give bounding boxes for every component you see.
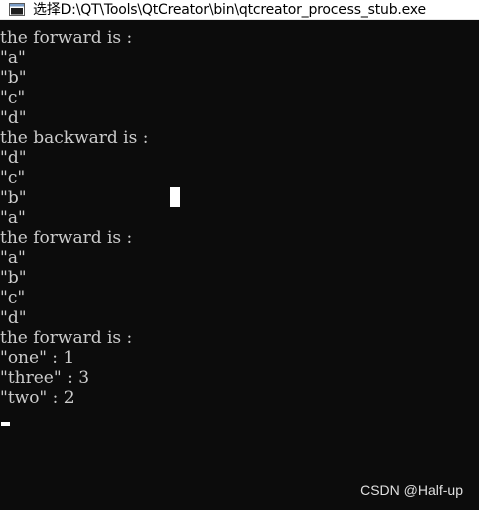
console-window-icon [9,3,25,16]
console-line: the forward is : [0,328,133,348]
console-line: "a" [0,208,26,228]
console-line: "c" [0,288,26,308]
console-line: "d" [0,308,27,328]
console-line: "b" [0,268,27,288]
console-line: "b" [0,188,27,208]
console-line: "d" [0,148,27,168]
console-line: "one" : 1 [0,348,75,368]
console-output: the forward is : "a" "b" "c" "d" the bac… [0,28,479,408]
watermark: CSDN @Half-up [360,482,463,498]
title-bar[interactable]: 选择D:\QT\Tools\QtCreator\bin\qtcreator_pr… [0,0,479,20]
console-line: the forward is : [0,28,133,48]
console-line: "a" [0,248,26,268]
console-line: "c" [0,168,26,188]
window-title: 选择D:\QT\Tools\QtCreator\bin\qtcreator_pr… [33,1,426,18]
selection-block-cursor [170,187,180,207]
console-window: 选择D:\QT\Tools\QtCreator\bin\qtcreator_pr… [0,0,479,510]
console-line: the forward is : [0,228,133,248]
console-line: "c" [0,88,26,108]
console-line: "a" [0,48,26,68]
console-line: "two" : 2 [0,388,75,408]
console-line: "b" [0,68,27,88]
console-line: "d" [0,108,27,128]
console-line: the backward is : [0,128,149,148]
console-line: "three" : 3 [0,368,90,388]
text-input-cursor[interactable] [1,422,10,426]
